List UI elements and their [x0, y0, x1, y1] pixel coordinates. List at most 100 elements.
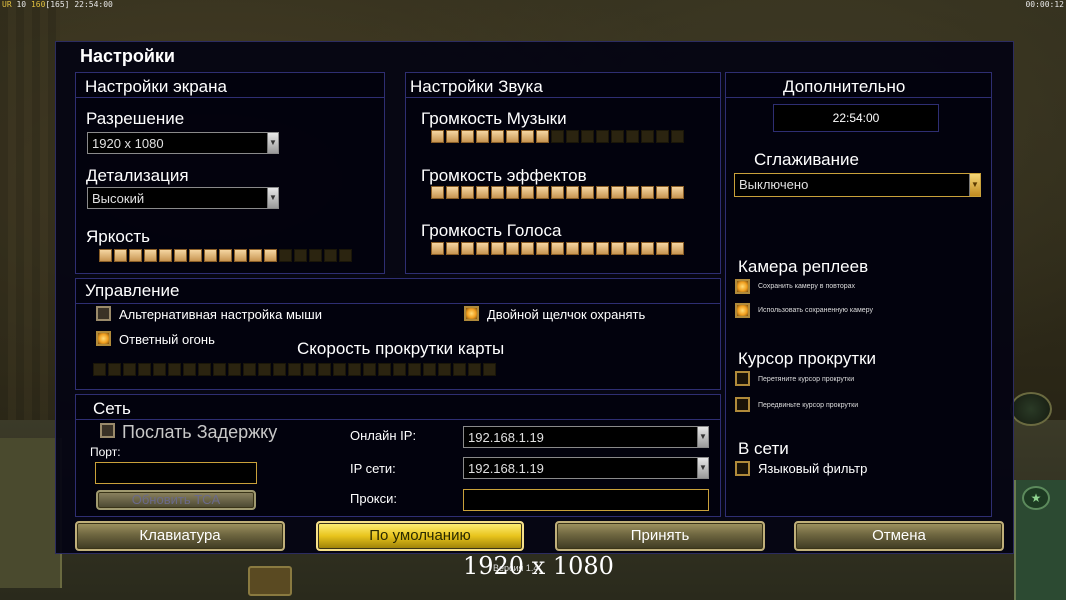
slider-segment[interactable] — [521, 242, 534, 255]
language-filter-checkbox[interactable] — [735, 461, 750, 476]
slider-segment[interactable] — [123, 363, 136, 376]
slider-segment[interactable] — [174, 249, 187, 262]
slider-segment[interactable] — [566, 242, 579, 255]
slider-segment[interactable] — [551, 242, 564, 255]
slider-segment[interactable] — [446, 242, 459, 255]
slider-segment[interactable] — [536, 242, 549, 255]
slider-segment[interactable] — [656, 130, 669, 143]
slider-segment[interactable] — [461, 242, 474, 255]
slider-segment[interactable] — [581, 186, 594, 199]
slider-segment[interactable] — [611, 186, 624, 199]
chevron-down-icon[interactable]: ▼ — [697, 427, 708, 447]
slider-segment[interactable] — [581, 130, 594, 143]
slider-segment[interactable] — [228, 363, 241, 376]
slider-segment[interactable] — [476, 242, 489, 255]
drag-cursor-checkbox[interactable] — [735, 371, 750, 386]
slider-segment[interactable] — [129, 249, 142, 262]
slider-segment[interactable] — [536, 130, 549, 143]
slider-segment[interactable] — [183, 363, 196, 376]
chevron-down-icon[interactable]: ▼ — [697, 458, 708, 478]
slider-segment[interactable] — [483, 363, 496, 376]
chevron-down-icon[interactable]: ▼ — [267, 133, 278, 153]
slider-segment[interactable] — [258, 363, 271, 376]
slider-segment[interactable] — [491, 242, 504, 255]
slider-segment[interactable] — [656, 186, 669, 199]
resolution-select[interactable]: 1920 x 1080 ▼ — [87, 132, 279, 154]
slider-segment[interactable] — [506, 130, 519, 143]
slider-segment[interactable] — [536, 186, 549, 199]
slider-segment[interactable] — [491, 130, 504, 143]
slider-segment[interactable] — [596, 242, 609, 255]
slider-segment[interactable] — [506, 186, 519, 199]
slider-segment[interactable] — [348, 363, 361, 376]
slider-segment[interactable] — [318, 363, 331, 376]
slider-segment[interactable] — [671, 186, 684, 199]
slider-segment[interactable] — [378, 363, 391, 376]
slider-segment[interactable] — [671, 130, 684, 143]
slider-segment[interactable] — [626, 130, 639, 143]
accept-button[interactable]: Принять — [555, 521, 765, 551]
slider-segment[interactable] — [324, 249, 337, 262]
slider-segment[interactable] — [431, 130, 444, 143]
port-input[interactable] — [95, 462, 257, 484]
slider-segment[interactable] — [468, 363, 481, 376]
slider-segment[interactable] — [309, 249, 322, 262]
slider-segment[interactable] — [611, 242, 624, 255]
slider-segment[interactable] — [213, 363, 226, 376]
slider-segment[interactable] — [219, 249, 232, 262]
slider-segment[interactable] — [303, 363, 316, 376]
slider-segment[interactable] — [363, 363, 376, 376]
slider-segment[interactable] — [461, 186, 474, 199]
slider-segment[interactable] — [234, 249, 247, 262]
cancel-button[interactable]: Отмена — [794, 521, 1004, 551]
proxy-input[interactable] — [463, 489, 709, 511]
slider-segment[interactable] — [114, 249, 127, 262]
slider-segment[interactable] — [626, 186, 639, 199]
return-fire-checkbox[interactable] — [96, 331, 111, 346]
slider-segment[interactable] — [144, 249, 157, 262]
scroll-speed-slider[interactable] — [93, 363, 496, 376]
slider-segment[interactable] — [138, 363, 151, 376]
slider-segment[interactable] — [288, 363, 301, 376]
antialiasing-select[interactable]: Выключено ▼ — [734, 173, 981, 197]
slider-segment[interactable] — [656, 242, 669, 255]
send-delay-checkbox[interactable] — [100, 423, 115, 438]
slider-segment[interactable] — [453, 363, 466, 376]
slider-segment[interactable] — [641, 130, 654, 143]
slider-segment[interactable] — [204, 249, 217, 262]
slider-segment[interactable] — [153, 363, 166, 376]
slider-segment[interactable] — [273, 363, 286, 376]
slider-segment[interactable] — [249, 249, 262, 262]
slider-segment[interactable] — [408, 363, 421, 376]
slider-segment[interactable] — [243, 363, 256, 376]
slider-segment[interactable] — [641, 186, 654, 199]
slider-segment[interactable] — [521, 186, 534, 199]
effects-volume-slider[interactable] — [431, 186, 684, 199]
slider-segment[interactable] — [189, 249, 202, 262]
slider-segment[interactable] — [491, 186, 504, 199]
slider-segment[interactable] — [264, 249, 277, 262]
slider-segment[interactable] — [626, 242, 639, 255]
slider-segment[interactable] — [641, 242, 654, 255]
chevron-down-icon[interactable]: ▼ — [267, 188, 278, 208]
lan-ip-select[interactable]: 192.168.1.19 ▼ — [463, 457, 709, 479]
alt-mouse-checkbox[interactable] — [96, 306, 111, 321]
move-cursor-checkbox[interactable] — [735, 397, 750, 412]
slider-segment[interactable] — [423, 363, 436, 376]
slider-segment[interactable] — [596, 186, 609, 199]
slider-segment[interactable] — [159, 249, 172, 262]
slider-segment[interactable] — [108, 363, 121, 376]
slider-segment[interactable] — [551, 186, 564, 199]
keyboard-button[interactable]: Клавиатура — [75, 521, 285, 551]
slider-segment[interactable] — [333, 363, 346, 376]
slider-segment[interactable] — [168, 363, 181, 376]
brightness-slider[interactable] — [99, 249, 352, 262]
slider-segment[interactable] — [581, 242, 594, 255]
defaults-button[interactable]: По умолчанию — [316, 521, 524, 551]
slider-segment[interactable] — [596, 130, 609, 143]
slider-segment[interactable] — [566, 186, 579, 199]
slider-segment[interactable] — [551, 130, 564, 143]
slider-segment[interactable] — [521, 130, 534, 143]
slider-segment[interactable] — [279, 249, 292, 262]
slider-segment[interactable] — [99, 249, 112, 262]
